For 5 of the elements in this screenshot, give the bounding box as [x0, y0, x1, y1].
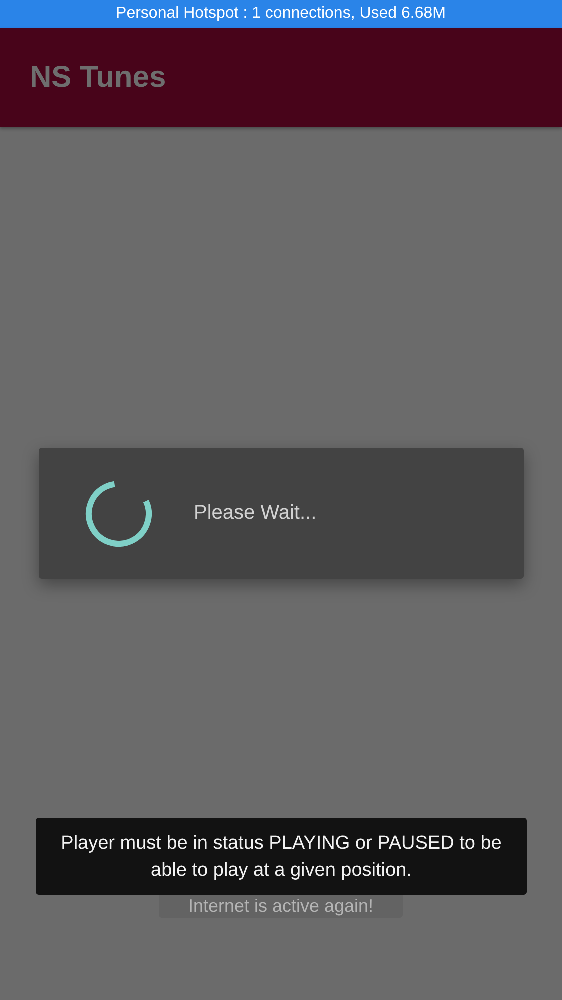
app-title: NS Tunes [30, 60, 166, 94]
toast-message: Player must be in status PLAYING or PAUSED to be able to play at a given position. [36, 818, 527, 895]
spinner-icon [85, 480, 153, 548]
status-text: Personal Hotspot : 1 connections, Used 6.68M [116, 5, 446, 23]
dialog-message: Please Wait... [194, 502, 317, 525]
